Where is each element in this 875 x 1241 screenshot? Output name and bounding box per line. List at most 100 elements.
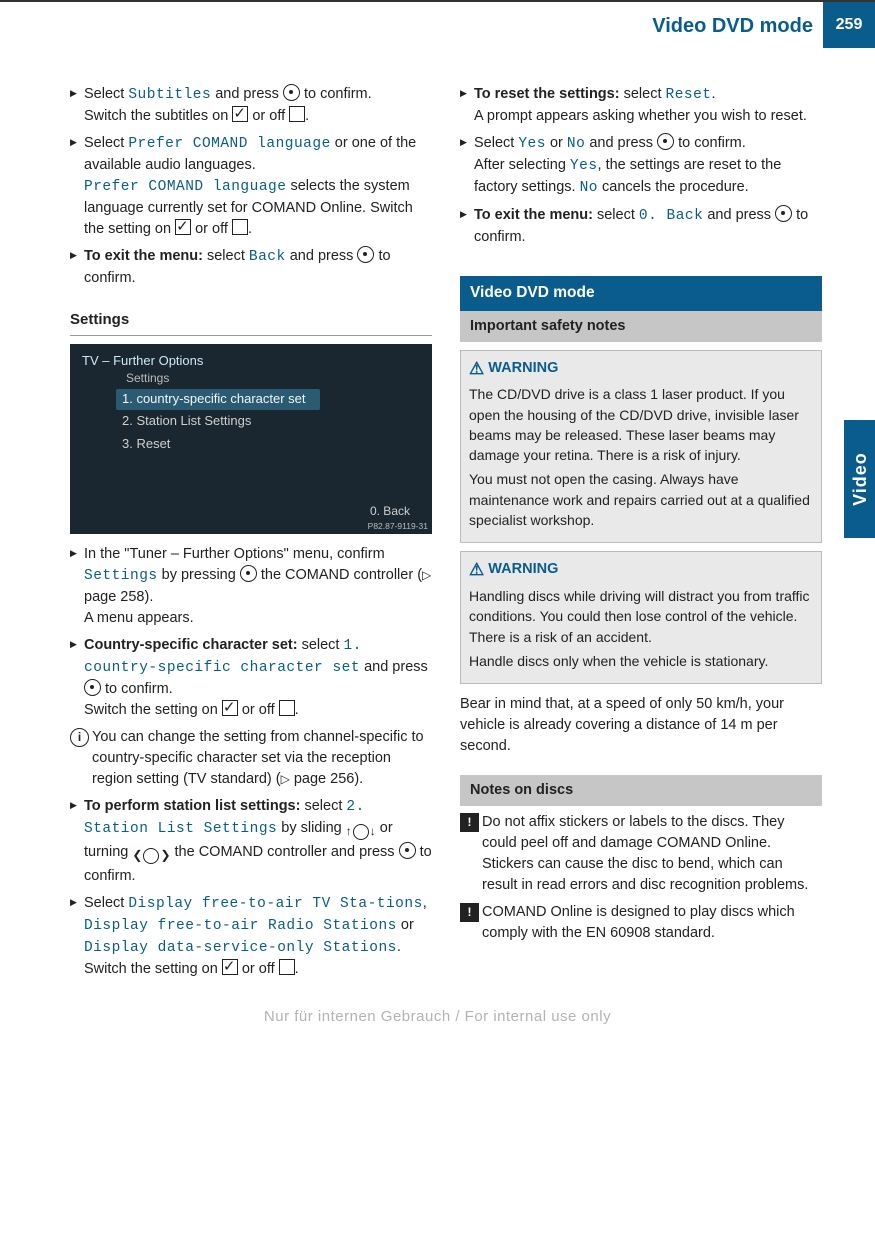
text: Select	[84, 86, 128, 102]
page-ref-icon: ▷	[281, 772, 290, 786]
text: select	[593, 207, 639, 223]
label-exit: To exit the menu:	[474, 207, 593, 223]
step-exit-menu-2: To exit the menu: select 0. Back and pre…	[460, 205, 822, 248]
label-station-list: To perform station list settings:	[84, 798, 300, 814]
fig-title: TV – Further Options	[82, 352, 203, 371]
warning-icon: ⚠	[469, 558, 484, 583]
text: and press	[286, 248, 358, 264]
caution-icon: !	[460, 903, 479, 922]
controller-press-icon	[657, 133, 674, 150]
text: ,	[423, 895, 427, 911]
info-note-charset: i You can change the setting from channe…	[70, 727, 432, 790]
controller-turn-icon	[132, 845, 170, 866]
side-tab-label: Video	[846, 452, 872, 506]
text: Switch the subtitles on	[84, 108, 232, 124]
menu-prefer-comand: Prefer COMAND language	[84, 179, 286, 195]
fig-row-1: 1. country-specific character set	[116, 389, 320, 410]
checkbox-off-icon	[279, 959, 295, 975]
checkbox-on-icon	[232, 106, 248, 122]
text: or	[397, 917, 414, 933]
fig-code: P82.87-9119-31	[368, 520, 428, 532]
controller-press-icon	[283, 84, 300, 101]
menu-yes: Yes	[570, 158, 598, 174]
text: or	[546, 135, 567, 151]
text: select	[300, 798, 346, 814]
caution-note-1: ! Do not affix stickers or labels to the…	[460, 812, 822, 896]
checkbox-off-icon	[289, 106, 305, 122]
checkbox-off-icon	[279, 700, 295, 716]
text: select	[298, 637, 344, 653]
menu-settings: Settings	[84, 568, 158, 584]
menu-yes: Yes	[518, 136, 546, 152]
text: Switch the setting on	[84, 702, 222, 718]
text: select	[203, 248, 249, 264]
text: .	[305, 108, 309, 124]
controller-press-icon	[399, 842, 416, 859]
page-ref: page 256	[294, 771, 354, 787]
warning-text: The CD/DVD drive is a class 1 laser prod…	[469, 384, 813, 465]
fig-row-3: 3. Reset	[116, 433, 422, 456]
text: Select	[84, 895, 128, 911]
text: and press	[703, 207, 775, 223]
subsection-safety: Important safety notes	[460, 311, 822, 342]
step-reset: To reset the settings: select Reset. A p…	[460, 84, 822, 127]
text: or off	[238, 961, 279, 977]
menu-tv-stations: Display free-to-air TV Sta‐tions	[128, 896, 422, 912]
controller-press-icon	[357, 246, 374, 263]
warning-text: You must not open the casing. Always hav…	[469, 469, 813, 530]
text: .	[712, 86, 716, 102]
text: Do not affix stickers or labels to the d…	[482, 814, 808, 893]
text: In the "Tuner – Further Options" menu, c…	[84, 546, 385, 562]
step-subtitles: Select Subtitles and press to confirm. S…	[70, 84, 432, 127]
step-station-list: To perform station list settings: select…	[70, 796, 432, 887]
page-ref-icon: ▷	[422, 568, 431, 582]
warning-text: Handling discs while driving will distra…	[469, 586, 813, 647]
warning-box-1: ⚠ WARNING The CD/DVD drive is a class 1 …	[460, 350, 822, 544]
caution-note-2: ! COMAND Online is designed to play disc…	[460, 902, 822, 944]
menu-reset: Reset	[666, 87, 712, 103]
text: .	[397, 939, 401, 955]
warning-icon: ⚠	[469, 357, 484, 382]
checkbox-on-icon	[222, 700, 238, 716]
text: and press	[211, 86, 283, 102]
text: ).	[354, 771, 363, 787]
caution-icon: !	[460, 813, 479, 832]
text: or off	[238, 702, 279, 718]
text: cancels the procedure.	[598, 179, 749, 195]
label-exit: To exit the menu:	[84, 248, 203, 264]
text: to confirm.	[300, 86, 372, 102]
text: and press	[360, 659, 428, 675]
header-title: Video DVD mode	[652, 2, 823, 48]
text: You can change the setting from channel-…	[92, 729, 424, 787]
step-country-charset: Country-specific character set: select 1…	[70, 635, 432, 721]
text: by sliding	[277, 820, 346, 836]
text: After selecting	[474, 157, 570, 173]
text: the COMAND controller and press	[171, 844, 399, 860]
menu-0-back: 0. Back	[639, 208, 703, 224]
page-ref: page 258	[84, 589, 144, 605]
text: A menu appears.	[84, 610, 194, 626]
step-open-settings: In the "Tuner – Further Options" menu, c…	[70, 544, 432, 629]
controller-press-icon	[84, 679, 101, 696]
heading-settings: Settings	[70, 309, 432, 331]
checkbox-on-icon	[175, 219, 191, 235]
warning-box-2: ⚠ WARNING Handling discs while driving w…	[460, 551, 822, 684]
menu-subtitles: Subtitles	[128, 87, 211, 103]
warning-label: WARNING	[488, 561, 558, 577]
text: and press	[585, 135, 657, 151]
menu-prefer-comand: Prefer COMAND language	[128, 136, 330, 152]
text: to confirm.	[674, 135, 746, 151]
watermark: Nur für internen Gebrauch / For internal…	[0, 1006, 875, 1028]
step-yes-no: Select Yes or No and press to confirm. A…	[460, 133, 822, 199]
text: to confirm.	[101, 681, 173, 697]
menu-no: No	[580, 180, 598, 196]
paragraph: Bear in mind that, at a speed of only 50…	[460, 694, 822, 757]
fig-subtitle: Settings	[126, 370, 169, 387]
controller-press-icon	[775, 205, 792, 222]
section-video-dvd: Video DVD mode	[460, 276, 822, 310]
text: or off	[191, 221, 232, 237]
text: COMAND Online is designed to play discs …	[482, 904, 795, 941]
step-prefer-language: Select Prefer COMAND language or one of …	[70, 133, 432, 240]
subsection-discs: Notes on discs	[460, 775, 822, 806]
controller-press-icon	[240, 565, 257, 582]
